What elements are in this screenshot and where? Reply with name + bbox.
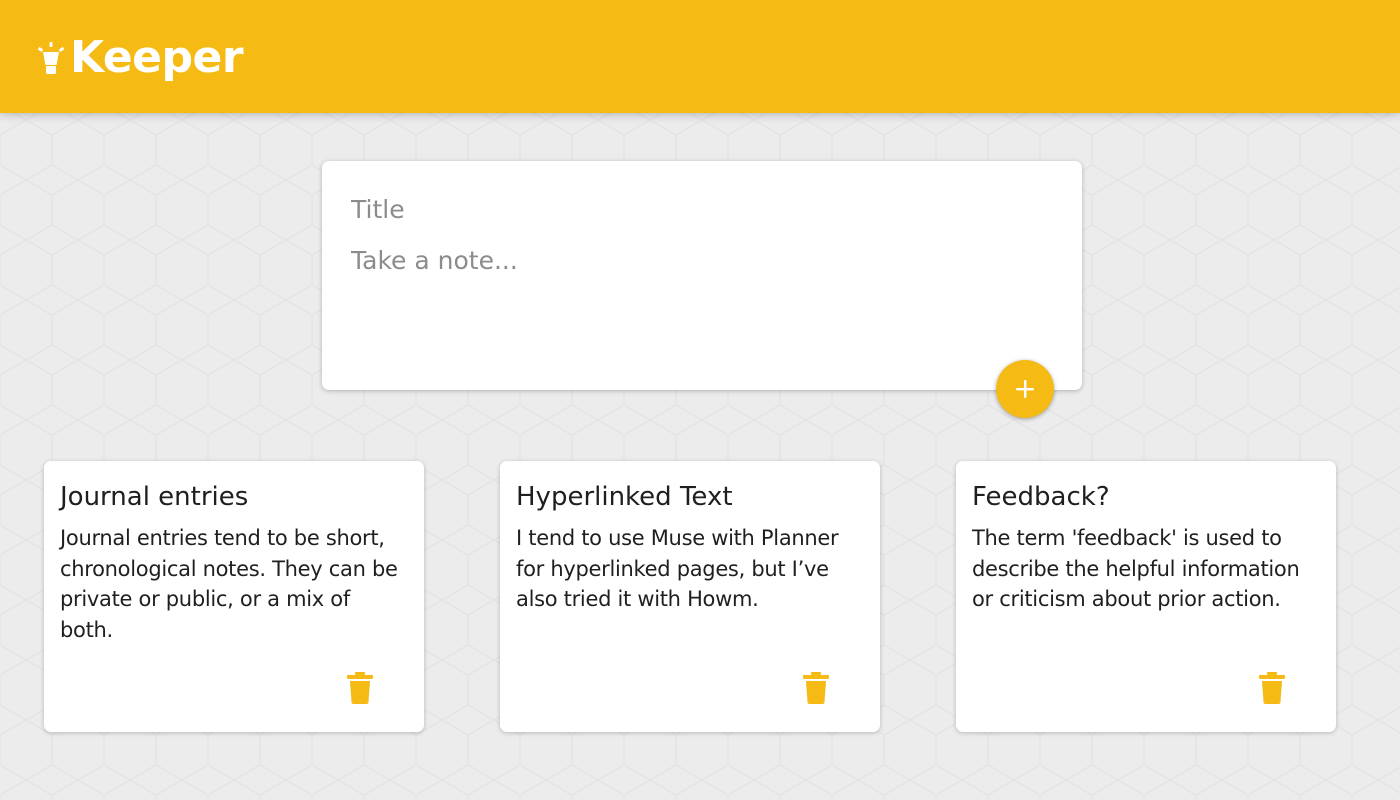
plus-icon: [1016, 380, 1034, 398]
note-content-input[interactable]: [351, 242, 1053, 352]
add-note-button[interactable]: [996, 360, 1054, 418]
note-title-input[interactable]: [351, 191, 1053, 229]
trash-icon: [803, 672, 829, 704]
note-title: Journal entries: [60, 482, 249, 512]
delete-note-button[interactable]: [1258, 671, 1286, 705]
app-title: Keeper: [70, 32, 244, 83]
note-content: Journal entries tend to be short, chrono…: [60, 526, 398, 642]
delete-note-button[interactable]: [346, 671, 374, 705]
lightbulb-icon: [37, 42, 65, 74]
note-card: Journal entries Journal entries tend to …: [44, 461, 424, 732]
delete-note-button[interactable]: [802, 671, 830, 705]
app-logo: Keeper: [36, 28, 244, 88]
note-title: Hyperlinked Text: [516, 482, 733, 512]
note-content: The term 'feedback' is used to describe …: [972, 526, 1300, 611]
note-card: Hyperlinked Text I tend to use Muse with…: [500, 461, 880, 732]
create-note-form: [322, 161, 1082, 390]
note-title: Feedback?: [972, 482, 1110, 512]
trash-icon: [347, 672, 373, 704]
note-card: Feedback? The term 'feedback' is used to…: [956, 461, 1336, 732]
note-content: I tend to use Muse with Planner for hype…: [516, 526, 839, 611]
app-header: Keeper: [0, 0, 1400, 113]
trash-icon: [1259, 672, 1285, 704]
